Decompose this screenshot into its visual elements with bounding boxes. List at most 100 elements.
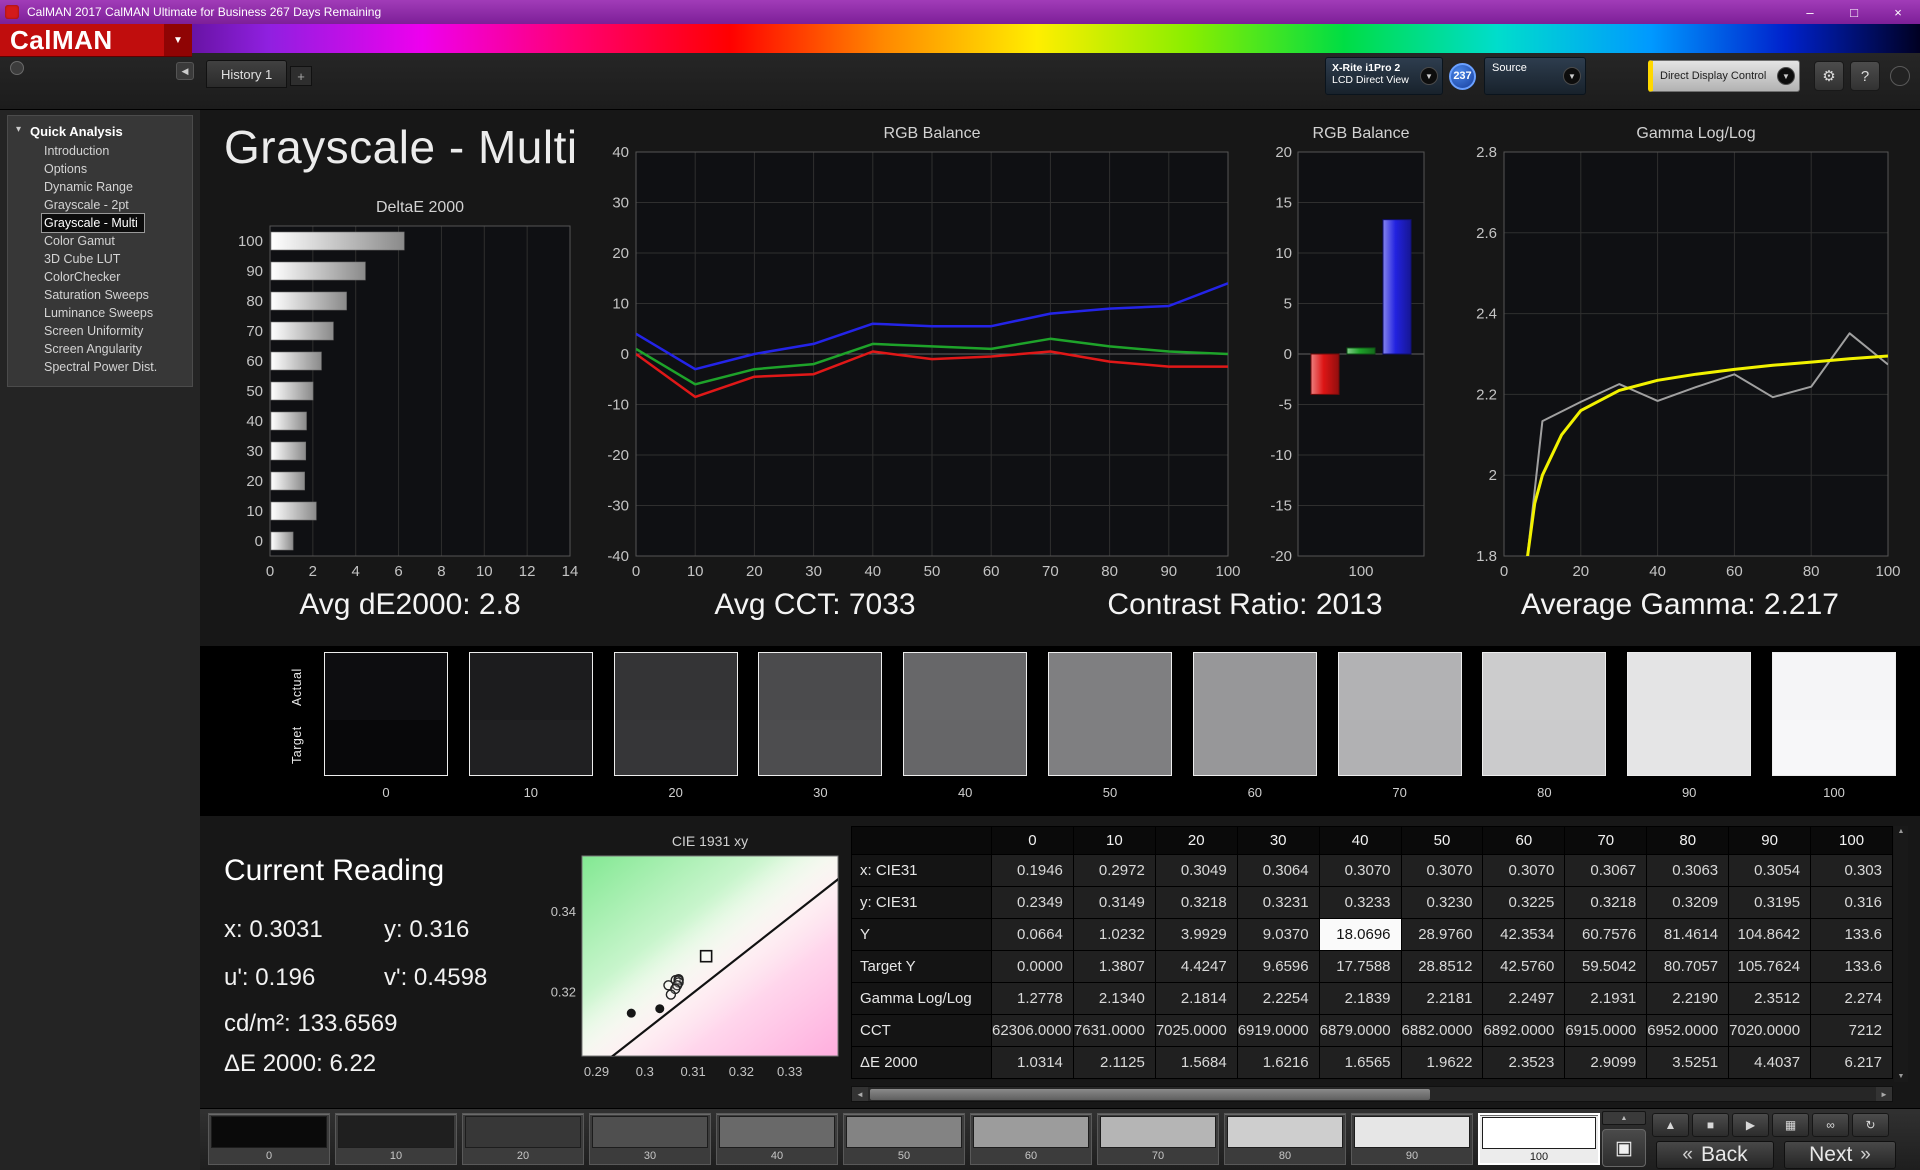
patch-button-60[interactable]: 60 bbox=[970, 1113, 1092, 1165]
continuous-button[interactable]: ∞ bbox=[1812, 1113, 1849, 1137]
table-cell[interactable]: 0.0000 bbox=[991, 950, 1074, 983]
scroll-down-icon[interactable]: ▼ bbox=[1898, 1073, 1905, 1080]
patch-button-0[interactable]: 0 bbox=[208, 1113, 330, 1165]
table-cell[interactable]: 0.3070 bbox=[1482, 854, 1566, 887]
table-cell[interactable]: 133.6 bbox=[1810, 918, 1893, 951]
patch-button-50[interactable]: 50 bbox=[843, 1113, 965, 1165]
scroll-left-icon[interactable]: ◄ bbox=[852, 1087, 868, 1101]
table-cell[interactable]: 6879.0000 bbox=[1318, 1014, 1402, 1047]
table-cell[interactable]: 1.3807 bbox=[1072, 950, 1156, 983]
stop-button[interactable]: ■ bbox=[1692, 1113, 1729, 1137]
sidebar-collapse-icon[interactable]: ◀ bbox=[176, 62, 194, 80]
chevron-down-icon[interactable]: ▼ bbox=[1777, 67, 1795, 85]
table-cell[interactable]: 6919.0000 bbox=[1236, 1014, 1320, 1047]
table-cell[interactable]: 59.5042 bbox=[1564, 950, 1648, 983]
sidebar-item-screen-angularity[interactable]: Screen Angularity bbox=[8, 340, 148, 358]
table-cell[interactable]: 17.7588 bbox=[1318, 950, 1402, 983]
table-cell[interactable]: 1.6216 bbox=[1236, 1046, 1320, 1079]
table-vertical-scrollbar[interactable]: ▲ ▼ bbox=[1894, 826, 1908, 1082]
sidebar-item-grayscale-multi[interactable]: Grayscale - Multi bbox=[41, 213, 145, 233]
patch-button-90[interactable]: 90 bbox=[1351, 1113, 1473, 1165]
table-cell[interactable]: 1.0232 bbox=[1072, 918, 1156, 951]
scroll-up-icon[interactable]: ▲ bbox=[1898, 828, 1905, 835]
table-cell[interactable]: 0.3218 bbox=[1564, 886, 1648, 919]
table-cell[interactable]: 6915.0000 bbox=[1564, 1014, 1648, 1047]
table-cell[interactable]: 0.1946 bbox=[991, 854, 1074, 887]
patch-button-100[interactable]: 100 bbox=[1478, 1113, 1600, 1165]
table-cell[interactable]: 2.2497 bbox=[1482, 982, 1566, 1015]
source-dropdown[interactable]: Source ▼ bbox=[1484, 57, 1586, 95]
display-control-dropdown[interactable]: Direct Display Control ▼ bbox=[1648, 60, 1800, 92]
table-cell[interactable]: 18.0696 bbox=[1318, 918, 1402, 951]
table-cell[interactable]: 0.3070 bbox=[1400, 854, 1484, 887]
table-cell[interactable]: 3.9929 bbox=[1154, 918, 1238, 951]
table-cell[interactable]: 0.3067 bbox=[1564, 854, 1648, 887]
table-cell[interactable]: 2.9099 bbox=[1564, 1046, 1648, 1079]
table-cell[interactable]: 2.3512 bbox=[1728, 982, 1812, 1015]
table-cell[interactable]: 9.0370 bbox=[1236, 918, 1320, 951]
table-cell[interactable]: 1.0314 bbox=[991, 1046, 1074, 1079]
sidebar-item-3d-cube-lut[interactable]: 3D Cube LUT bbox=[8, 250, 126, 268]
table-cell[interactable]: 2.274 bbox=[1810, 982, 1893, 1015]
table-cell[interactable]: 3.5251 bbox=[1646, 1046, 1730, 1079]
table-cell[interactable]: 0.3064 bbox=[1236, 854, 1320, 887]
table-cell[interactable]: 0.3225 bbox=[1482, 886, 1566, 919]
table-cell[interactable]: 6.217 bbox=[1810, 1046, 1893, 1079]
table-cell[interactable]: 0.3070 bbox=[1318, 854, 1402, 887]
patch-button-80[interactable]: 80 bbox=[1224, 1113, 1346, 1165]
table-cell[interactable]: 6882.0000 bbox=[1400, 1014, 1484, 1047]
table-cell[interactable]: 0.3054 bbox=[1728, 854, 1812, 887]
table-cell[interactable]: 28.9760 bbox=[1400, 918, 1484, 951]
table-cell[interactable]: 80.7057 bbox=[1646, 950, 1730, 983]
table-cell[interactable]: 0.3231 bbox=[1236, 886, 1320, 919]
table-cell[interactable]: 7025.0000 bbox=[1154, 1014, 1238, 1047]
back-button[interactable]: « Back bbox=[1656, 1141, 1774, 1169]
sidebar-item-colorchecker[interactable]: ColorChecker bbox=[8, 268, 126, 286]
help-button[interactable]: ? bbox=[1850, 61, 1880, 91]
table-cell[interactable]: 9.6596 bbox=[1236, 950, 1320, 983]
play-button[interactable]: ▶ bbox=[1732, 1113, 1769, 1137]
scroll-right-icon[interactable]: ► bbox=[1876, 1087, 1892, 1101]
table-cell[interactable]: 2.2181 bbox=[1400, 982, 1484, 1015]
minimize-button[interactable]: – bbox=[1788, 0, 1832, 24]
table-cell[interactable]: 1.6565 bbox=[1318, 1046, 1402, 1079]
table-cell[interactable]: 0.3195 bbox=[1728, 886, 1812, 919]
table-cell[interactable]: 2.1839 bbox=[1318, 982, 1402, 1015]
table-cell[interactable]: 1.5684 bbox=[1154, 1046, 1238, 1079]
table-cell[interactable]: 0.3218 bbox=[1154, 886, 1238, 919]
table-cell[interactable]: 7020.0000 bbox=[1728, 1014, 1812, 1047]
table-cell[interactable]: 6892.0000 bbox=[1482, 1014, 1566, 1047]
table-cell[interactable]: 7631.0000 bbox=[1072, 1014, 1156, 1047]
sidebar-item-color-gamut[interactable]: Color Gamut bbox=[8, 232, 121, 250]
sidebar-item-luminance-sweeps[interactable]: Luminance Sweeps bbox=[8, 304, 159, 322]
table-cell[interactable]: 2.1340 bbox=[1072, 982, 1156, 1015]
patch-button-20[interactable]: 20 bbox=[462, 1113, 584, 1165]
table-cell[interactable]: 0.2972 bbox=[1072, 854, 1156, 887]
sidebar-root-item[interactable]: ▾ Quick Analysis bbox=[8, 121, 192, 142]
sidebar-item-options[interactable]: Options bbox=[8, 160, 93, 178]
sidebar-item-dynamic-range[interactable]: Dynamic Range bbox=[8, 178, 139, 196]
table-cell[interactable]: 0.2349 bbox=[991, 886, 1074, 919]
scrollbar-thumb[interactable] bbox=[870, 1089, 1430, 1100]
table-cell[interactable]: 1.2778 bbox=[991, 982, 1074, 1015]
close-button[interactable]: × bbox=[1876, 0, 1920, 24]
table-cell[interactable]: 2.2254 bbox=[1236, 982, 1320, 1015]
status-indicator[interactable] bbox=[1890, 66, 1910, 86]
table-cell[interactable]: 60.7576 bbox=[1564, 918, 1648, 951]
sidebar-item-spectral-power-dist[interactable]: Spectral Power Dist. bbox=[8, 358, 163, 376]
panel-menu-button[interactable] bbox=[10, 61, 24, 75]
sidebar-item-grayscale-2pt[interactable]: Grayscale - 2pt bbox=[8, 196, 135, 214]
table-cell[interactable]: 0.3063 bbox=[1646, 854, 1730, 887]
refresh-button[interactable]: ↻ bbox=[1852, 1113, 1889, 1137]
chevron-down-icon[interactable]: ▼ bbox=[1563, 67, 1581, 85]
sidebar-item-introduction[interactable]: Introduction bbox=[8, 142, 115, 160]
pattern-up-button[interactable]: ▲ bbox=[1602, 1111, 1646, 1125]
new-tab-button[interactable]: + bbox=[290, 66, 312, 86]
table-cell[interactable]: 1.9622 bbox=[1400, 1046, 1484, 1079]
pattern-window-button[interactable]: ▣ bbox=[1602, 1129, 1646, 1167]
maximize-button[interactable]: □ bbox=[1832, 0, 1876, 24]
patch-button-70[interactable]: 70 bbox=[1097, 1113, 1219, 1165]
table-cell[interactable]: 42.5760 bbox=[1482, 950, 1566, 983]
table-cell[interactable]: 0.3149 bbox=[1072, 886, 1156, 919]
pattern-grid-button[interactable]: ▦ bbox=[1772, 1113, 1809, 1137]
